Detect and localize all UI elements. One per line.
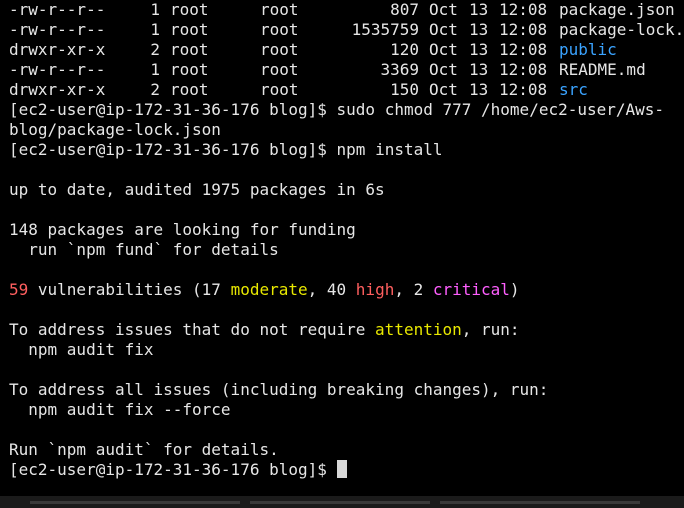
fix-advice-line: To address issues that do not require at… <box>9 320 520 339</box>
listing-perms: -rw-r--r-- <box>9 20 106 39</box>
listing-group: root <box>260 0 299 19</box>
listing-name: README.md <box>559 60 646 79</box>
listing-group: root <box>260 40 299 59</box>
high-label: high <box>355 280 395 299</box>
listing-size: 3369 <box>380 60 419 79</box>
listing-day: 13 <box>469 80 489 99</box>
run-audit-output: Run `npm audit` for details. <box>9 440 279 459</box>
force-fix-advice-line: To address all issues (including breakin… <box>9 380 549 399</box>
listing-owner: root <box>170 40 209 59</box>
funding-output: 148 packages are looking for funding <box>9 220 356 239</box>
listing-month: Oct <box>429 20 458 39</box>
listing-time: 12:08 <box>499 0 548 19</box>
listing-day: 13 <box>469 0 489 19</box>
listing-month: Oct <box>429 40 458 59</box>
attention-label: attention <box>375 320 462 339</box>
shell-prompt: [ec2-user@ip-172-31-36-176 blog]$ <box>9 140 327 159</box>
listing-perms: -rw-r--r-- <box>9 60 106 79</box>
listing-name: src <box>559 80 588 99</box>
listing-links: 1 <box>150 60 160 79</box>
listing-size: 120 <box>390 40 419 59</box>
critical-label: critical <box>432 280 510 299</box>
listing-size: 807 <box>390 0 419 19</box>
listing-time: 12:08 <box>499 20 548 39</box>
vulnerabilities-summary: 59 vulnerabilities (17 moderate, 40 high… <box>9 280 520 299</box>
listing-links: 2 <box>150 80 160 99</box>
listing-time: 12:08 <box>499 80 548 99</box>
listing-month: Oct <box>429 60 458 79</box>
listing-day: 13 <box>469 40 489 59</box>
listing-size: 150 <box>390 80 419 99</box>
listing-owner: root <box>170 60 209 79</box>
listing-links: 2 <box>150 40 160 59</box>
fund-hint-output: run `npm fund` for details <box>9 240 279 259</box>
listing-month: Oct <box>429 80 458 99</box>
vulnerability-count: 59 <box>9 280 29 299</box>
listing-perms: -rw-r--r-- <box>9 0 106 19</box>
listing-day: 13 <box>469 20 489 39</box>
audited-output: up to date, audited 1975 packages in 6s <box>9 180 385 199</box>
current-prompt-line[interactable]: [ec2-user@ip-172-31-36-176 blog]$ <box>9 460 347 480</box>
listing-group: root <box>260 60 299 79</box>
chmod-command-continuation: blog/package-lock.json <box>9 120 221 139</box>
listing-name: package.json <box>559 0 675 19</box>
chmod-command-line: [ec2-user@ip-172-31-36-176 blog]$ sudo c… <box>9 100 664 120</box>
listing-time: 12:08 <box>499 60 548 79</box>
audit-fix-hint: npm audit fix <box>9 340 154 359</box>
listing-name: package-lock. <box>559 20 684 39</box>
listing-links: 1 <box>150 0 160 19</box>
listing-owner: root <box>170 20 209 39</box>
listing-perms: drwxr-xr-x <box>9 80 106 99</box>
shell-prompt: [ec2-user@ip-172-31-36-176 blog]$ <box>9 460 327 479</box>
terminal-window[interactable]: -rw-r--r-- 1 root root 807 Oct 13 12:08 package.… <box>0 0 684 496</box>
listing-month: Oct <box>429 0 458 19</box>
status-bar <box>0 496 684 508</box>
npm-install-command-line: [ec2-user@ip-172-31-36-176 blog]$ npm in… <box>9 140 443 160</box>
listing-size: 1535759 <box>351 20 419 39</box>
listing-owner: root <box>170 80 209 99</box>
listing-name: public <box>559 40 617 59</box>
listing-owner: root <box>170 0 209 19</box>
listing-links: 1 <box>150 20 160 39</box>
listing-group: root <box>260 20 299 39</box>
shell-prompt: [ec2-user@ip-172-31-36-176 blog]$ <box>9 100 327 119</box>
listing-day: 13 <box>469 60 489 79</box>
listing-time: 12:08 <box>499 40 548 59</box>
audit-fix-force-hint: npm audit fix --force <box>9 400 231 419</box>
npm-install-command: npm install <box>336 140 443 159</box>
moderate-label: moderate <box>230 280 308 299</box>
chmod-command: sudo chmod 777 /home/ec2-user/Aws- <box>336 100 665 119</box>
listing-perms: drwxr-xr-x <box>9 40 106 59</box>
listing-group: root <box>260 80 299 99</box>
text-cursor[interactable] <box>336 460 347 478</box>
